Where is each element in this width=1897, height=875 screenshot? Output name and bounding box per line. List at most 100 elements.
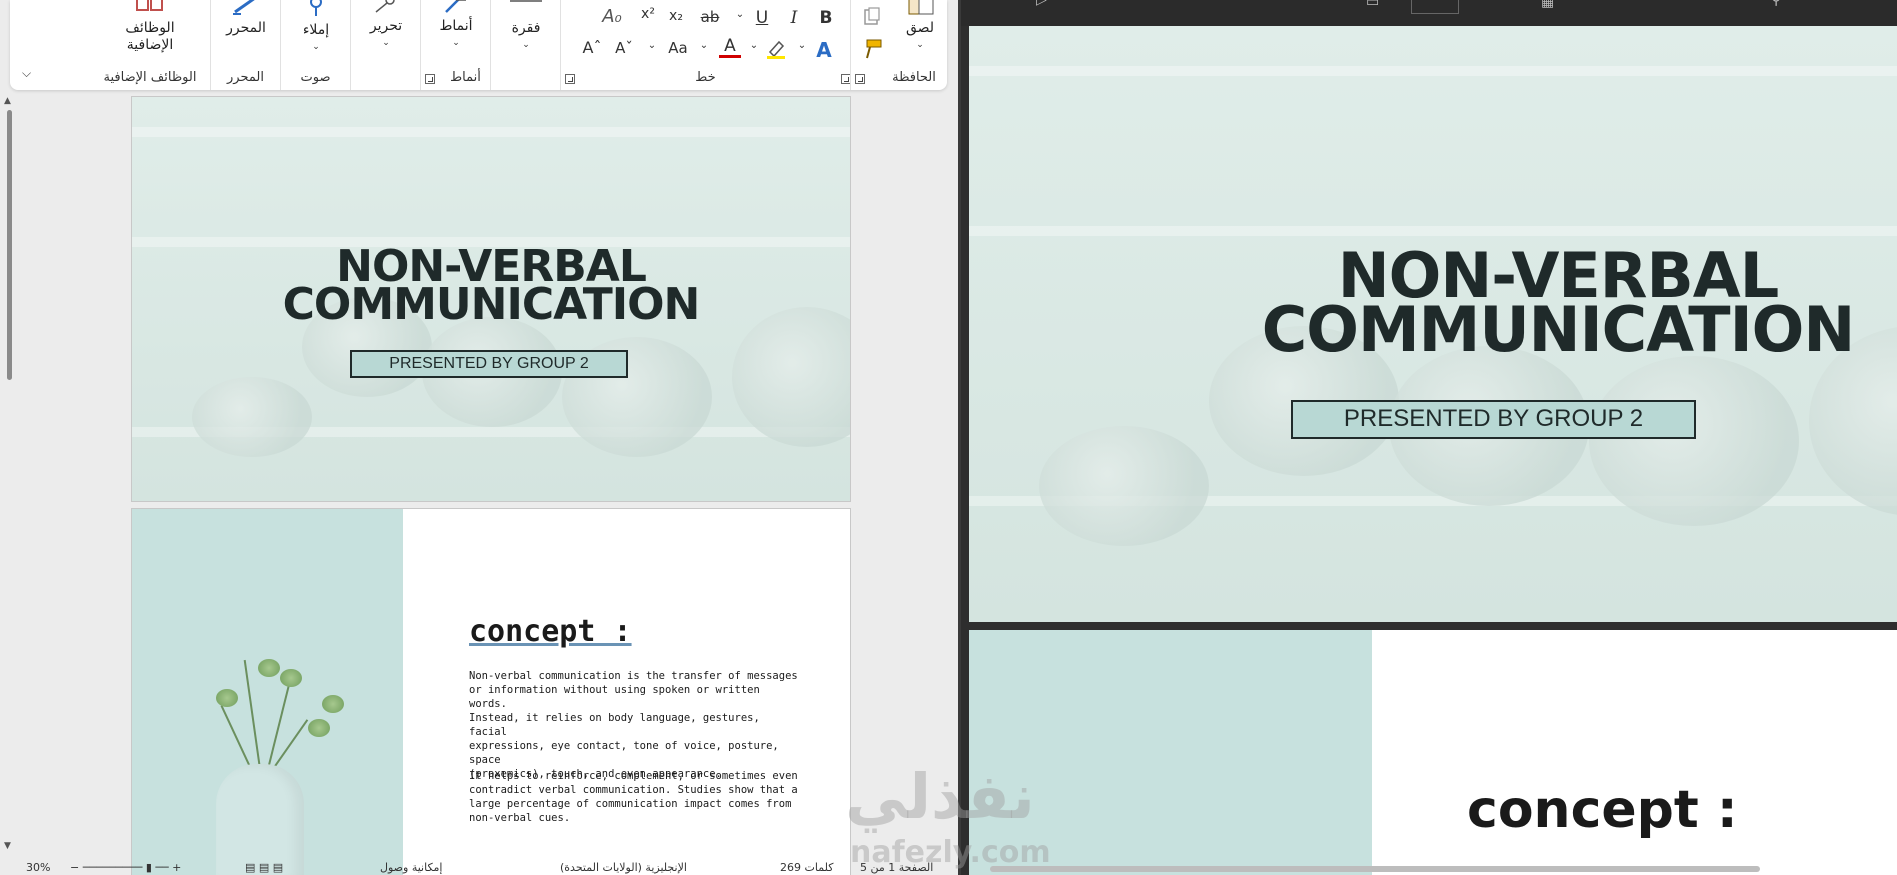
vase xyxy=(216,764,304,875)
ribbon: ⌵ الوظائف الإضافية الوظائف الإضافية المح… xyxy=(10,0,947,90)
vertical-scrollbar[interactable]: ▲ ▼ xyxy=(4,96,14,856)
slide2-heading: concept : xyxy=(1467,780,1738,840)
dictate-button[interactable]: إملاء ⌄ xyxy=(286,0,346,56)
search-icon xyxy=(375,0,395,13)
paste-button[interactable]: لصق ⌄ xyxy=(895,0,945,54)
clipboard-group: لصق ⌄ الحافظة xyxy=(850,0,947,90)
voice-group: إملاء ⌄ صوت xyxy=(280,0,350,90)
italic-button[interactable]: I xyxy=(783,8,805,28)
play-icon[interactable]: ▷ xyxy=(1036,0,1047,8)
format-painter-icon[interactable] xyxy=(861,38,883,65)
zoom-slider[interactable]: − ───────── ▮ ── + xyxy=(70,861,181,874)
paste-clipboard-icon xyxy=(908,0,934,15)
accessibility-status[interactable]: إمكانية وصول xyxy=(380,861,442,874)
addins-button-label: الوظائف الإضافية xyxy=(125,20,175,53)
display-icon[interactable]: ▭ xyxy=(1366,0,1379,10)
addins-group-label: الوظائف الإضافية xyxy=(103,70,197,85)
scroll-down-icon[interactable]: ▼ xyxy=(4,841,11,851)
underline-chevron-icon[interactable]: ⌄ xyxy=(729,9,751,20)
paragraph-icon xyxy=(510,0,542,2)
paragraph-label: فقرة xyxy=(511,20,541,36)
language-status[interactable]: الإنجليزية (الولايات المتحدة) xyxy=(560,861,687,874)
search-icon[interactable]: ⚲ xyxy=(1771,0,1781,8)
grid-icon[interactable]: ▦ xyxy=(1541,0,1554,10)
styles-group-label: أنماط xyxy=(450,70,481,85)
plant-image xyxy=(132,509,403,875)
editor-pen-icon xyxy=(233,0,255,15)
grow-font-button[interactable]: Aˆ xyxy=(581,38,603,57)
font-color-chevron-icon[interactable]: ⌄ xyxy=(743,40,765,51)
copy-icon[interactable] xyxy=(861,6,883,33)
slide-number-box[interactable] xyxy=(1411,0,1459,14)
page2-heading: concept : xyxy=(469,614,632,649)
font-size-chevron-icon[interactable]: ⌄ xyxy=(641,40,663,51)
slide-2: concept : xyxy=(969,630,1897,875)
page1-subtitle: PRESENTED BY GROUP 2 xyxy=(350,350,628,378)
word-window: ⌵ الوظائف الإضافية الوظائف الإضافية المح… xyxy=(0,0,958,875)
view-buttons[interactable]: ▤ ▤ ▤ xyxy=(245,861,283,874)
watermark-arabic: نفذلي xyxy=(845,760,1035,833)
text-effects-button[interactable]: A xyxy=(813,38,835,62)
dictate-label: إملاء xyxy=(302,22,330,38)
editing-button[interactable]: تحرير ⌄ xyxy=(356,0,416,52)
font-group-label: خط xyxy=(695,70,716,85)
font-color-button[interactable]: A xyxy=(719,37,741,58)
bold-button[interactable]: B xyxy=(815,8,837,28)
editing-chevron-icon: ⌄ xyxy=(382,38,390,48)
subscript-button[interactable]: x₂ xyxy=(665,8,687,24)
addins-button[interactable]: الوظائف الإضافية xyxy=(100,0,200,54)
slide-1: NON-VERBAL COMMUNICATION PRESENTED BY GR… xyxy=(969,26,1897,622)
watermark-latin: nafezly.com xyxy=(850,835,1051,870)
page1-title-line2: COMMUNICATION xyxy=(282,279,701,330)
clipboard-launcher-icon[interactable] xyxy=(855,74,865,84)
styles-brush-icon xyxy=(445,0,466,13)
scroll-thumb[interactable] xyxy=(7,110,12,380)
shrink-font-button[interactable]: Aˇ xyxy=(613,39,635,57)
document-page-2: concept : Non-verbal communication is th… xyxy=(131,508,851,875)
change-case-button[interactable]: Aa xyxy=(663,39,693,57)
editor-button[interactable]: المحرر xyxy=(216,0,276,37)
editing-label: تحرير xyxy=(369,18,403,34)
paragraph-chevron-icon: ⌄ xyxy=(522,40,530,50)
zoom-level[interactable]: 30% xyxy=(26,861,50,874)
clipboard-group-label: الحافظة xyxy=(892,70,936,85)
page2-paragraph-1: Non-verbal communication is the transfer… xyxy=(469,670,798,780)
paragraph-group: فقرة ⌄ xyxy=(490,0,575,90)
styles-label: أنماط xyxy=(439,18,473,34)
presentation-toolbar: ▷ ▭ ▦ ⚲ xyxy=(961,0,1897,26)
styles-launcher-icon[interactable] xyxy=(425,74,435,84)
paste-chevron-icon: ⌄ xyxy=(916,40,924,50)
case-chevron-icon[interactable]: ⌄ xyxy=(693,40,715,51)
word-count[interactable]: 269 كلمات xyxy=(780,861,833,874)
underline-button[interactable]: U xyxy=(751,8,773,28)
scroll-up-icon[interactable]: ▲ xyxy=(4,96,11,106)
superscript-button[interactable]: x² xyxy=(637,6,659,22)
voice-group-label: صوت xyxy=(300,70,331,85)
editor-button-label: المحرر xyxy=(226,20,266,36)
editing-group: تحرير ⌄ xyxy=(350,0,420,90)
highlight-button[interactable] xyxy=(765,38,787,65)
microphone-icon xyxy=(310,0,322,16)
strikethrough-button[interactable]: ab xyxy=(699,8,721,26)
clear-formatting-icon[interactable]: A₀ xyxy=(601,6,623,27)
addins-icon xyxy=(136,0,163,11)
presentation-window: ▷ ▭ ▦ ⚲ NON-VERBAL COMMUNICATION PRESENT… xyxy=(961,0,1897,875)
paste-label: لصق xyxy=(905,20,935,36)
document-page-1: NON-VERBAL COMMUNICATION PRESENTED BY GR… xyxy=(131,96,851,502)
styles-button[interactable]: أنماط ⌄ xyxy=(426,0,486,52)
paragraph-button[interactable]: فقرة ⌄ xyxy=(496,0,556,54)
slide1-subtitle: PRESENTED BY GROUP 2 xyxy=(1291,400,1696,439)
ribbon-collapse-chevron-icon[interactable]: ⌵ xyxy=(22,66,31,81)
horizontal-scrollbar[interactable] xyxy=(990,866,1760,872)
editor-group-label: المحرر xyxy=(227,70,264,85)
status-bar: 30% − ───────── ▮ ── + ▤ ▤ ▤ إمكانية وصو… xyxy=(0,861,958,875)
font-group: B I U ⌄ ab x₂ x² A₀ A ⌄ ⌄ A ⌄ Aa ⌄ Aˇ Aˆ… xyxy=(560,0,851,90)
highlighter-icon xyxy=(767,40,785,59)
styles-group: أنماط ⌄ أنماط xyxy=(420,0,490,90)
dictate-chevron-icon: ⌄ xyxy=(312,42,320,52)
highlight-chevron-icon[interactable]: ⌄ xyxy=(791,40,813,51)
page2-paragraph-2: It helps to reinforce, complement, or so… xyxy=(469,770,798,824)
styles-chevron-icon: ⌄ xyxy=(452,38,460,48)
addins-group: الوظائف الإضافية الوظائف الإضافية xyxy=(90,0,210,90)
slide1-title-line2: COMMUNICATION xyxy=(1261,293,1856,366)
